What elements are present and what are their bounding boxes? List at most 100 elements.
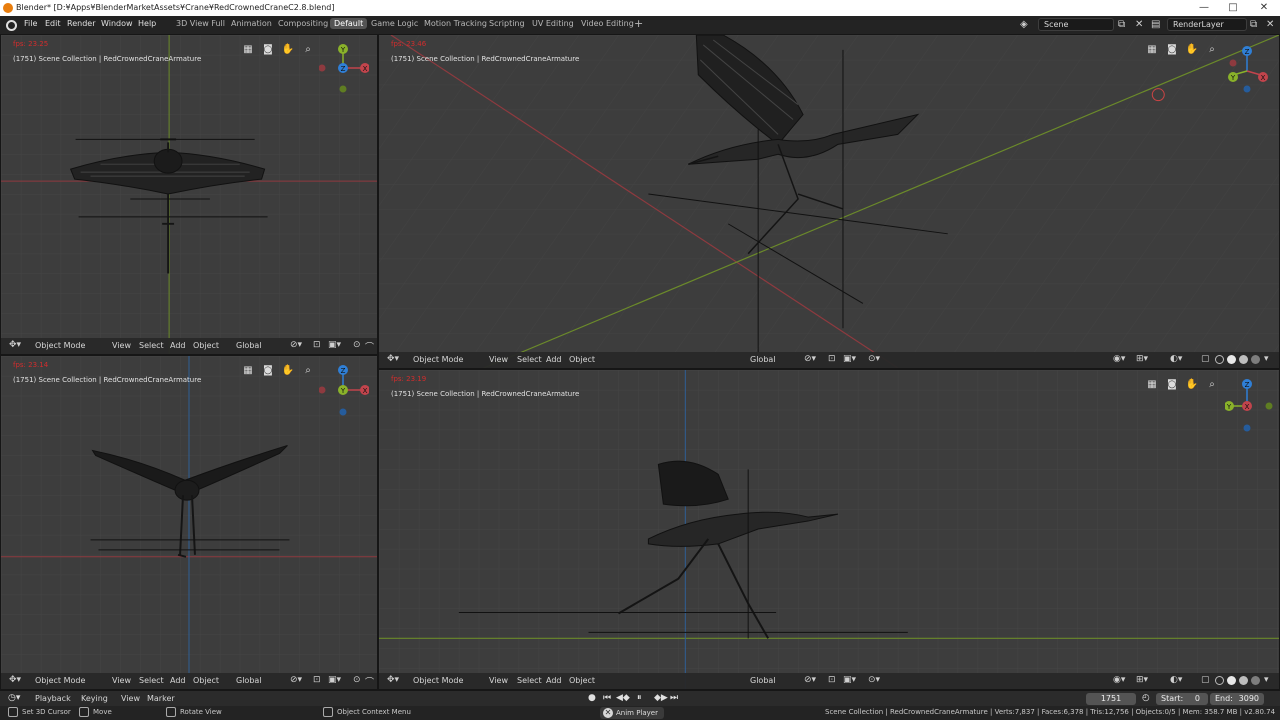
proportional-edit-icon[interactable]: ⊙▾ — [868, 354, 880, 364]
jump-end-icon[interactable]: ⏭ — [670, 693, 678, 703]
rendered-icon[interactable] — [1251, 355, 1260, 364]
grid-icon[interactable]: ▦ — [1145, 43, 1159, 57]
zoom-icon[interactable]: ⌕ — [1205, 378, 1219, 392]
menu-select[interactable]: Select — [517, 355, 542, 364]
menu-object[interactable]: Object — [569, 355, 595, 364]
start-frame-field[interactable]: Start: 0 — [1156, 693, 1208, 705]
pause-icon[interactable]: ⏸ — [637, 693, 642, 703]
grid-icon[interactable]: ▦ — [241, 364, 255, 378]
falloff-icon[interactable]: ⌒ — [365, 340, 374, 353]
snap-icon[interactable]: ⊡ — [313, 340, 321, 350]
camera-icon[interactable]: ◙ — [1165, 43, 1179, 57]
solid-icon[interactable] — [1227, 355, 1236, 364]
snap-target-icon[interactable]: ▣▾ — [843, 354, 856, 364]
menu-marker[interactable]: Marker — [147, 694, 175, 703]
jump-start-icon[interactable]: ⏮ — [603, 693, 611, 703]
new-scene-icon[interactable]: ⧉ — [1118, 19, 1125, 30]
zoom-icon[interactable]: ⌕ — [301, 43, 315, 57]
xray-icon[interactable]: ▢ — [1201, 675, 1210, 685]
maximize-button[interactable]: □ — [1219, 1, 1247, 15]
proportional-edit-icon[interactable]: ⊙ — [353, 340, 361, 350]
scene-icon[interactable]: ◈ — [1020, 19, 1028, 30]
object-mode-dropdown[interactable]: Object Mode — [413, 355, 463, 364]
menu-view[interactable]: View — [112, 341, 131, 350]
hand-icon[interactable]: ✋ — [1185, 43, 1199, 57]
shading-options-icon[interactable]: ▾ — [1264, 675, 1269, 685]
camera-icon[interactable]: ◙ — [261, 43, 275, 57]
stopwatch-icon[interactable]: ◴ — [1142, 693, 1150, 703]
wireframe-icon[interactable] — [1215, 355, 1224, 364]
hand-icon[interactable]: ✋ — [1185, 378, 1199, 392]
snap-target-icon[interactable]: ▣▾ — [328, 675, 341, 685]
tab-default[interactable]: Default — [330, 18, 368, 29]
view-layer-field[interactable]: RenderLayer — [1167, 18, 1247, 31]
gizmo-toggle-icon[interactable]: ⊞▾ — [1136, 354, 1148, 364]
menu-view[interactable]: View — [112, 676, 131, 685]
falloff-icon[interactable]: ⌒ — [365, 675, 374, 688]
view-layer-icon[interactable]: ▤ — [1151, 19, 1160, 30]
menu-select[interactable]: Select — [517, 676, 542, 685]
timeline-editor-icon[interactable]: ◷▾ — [8, 693, 20, 703]
visibility-icon[interactable]: ◉▾ — [1113, 354, 1125, 364]
delete-view-layer-icon[interactable]: ✕ — [1266, 19, 1274, 30]
proportional-edit-icon[interactable]: ⊙ — [353, 675, 361, 685]
end-frame-field[interactable]: End: 3090 — [1210, 693, 1264, 705]
snap-target-icon[interactable]: ▣▾ — [328, 340, 341, 350]
snap-icon[interactable]: ⊡ — [828, 675, 836, 685]
menu-render[interactable]: Render — [67, 19, 95, 28]
object-mode-dropdown[interactable]: Object Mode — [35, 676, 85, 685]
axis-gizmo[interactable]: Z Y X — [1225, 376, 1275, 436]
menu-add[interactable]: Add — [170, 341, 186, 350]
viewport-bottom-left[interactable]: fps: 23.14 (1751) Scene Collection | Red… — [0, 355, 378, 690]
axis-gizmo[interactable]: Z Y X — [319, 362, 369, 422]
next-keyframe-icon[interactable]: ◆▶ — [654, 693, 668, 703]
menu-edit[interactable]: Edit — [45, 19, 61, 28]
menu-playback[interactable]: Playback — [35, 694, 71, 703]
minimize-button[interactable]: — — [1190, 1, 1218, 15]
close-button[interactable]: ✕ — [1250, 1, 1278, 15]
visibility-icon[interactable]: ◉▾ — [1113, 675, 1125, 685]
tab-motion-tracking[interactable]: Motion Tracking — [424, 19, 487, 28]
editor-type-icon[interactable]: ✥▾ — [387, 354, 399, 364]
menu-add[interactable]: Add — [546, 676, 562, 685]
viewport-top-left[interactable]: fps: 23.25 (1751) Scene Collection | Red… — [0, 34, 378, 355]
material-icon[interactable] — [1239, 355, 1248, 364]
wireframe-icon[interactable] — [1215, 676, 1224, 685]
editor-type-icon[interactable]: ✥▾ — [9, 675, 21, 685]
cancel-job-icon[interactable]: ✕ — [603, 708, 613, 718]
prev-keyframe-icon[interactable]: ◀◆ — [616, 693, 630, 703]
zoom-icon[interactable]: ⌕ — [301, 364, 315, 378]
zoom-icon[interactable]: ⌕ — [1205, 43, 1219, 57]
menu-add[interactable]: Add — [170, 676, 186, 685]
current-frame-field[interactable]: 1751 — [1086, 693, 1136, 705]
menu-keying[interactable]: Keying — [81, 694, 108, 703]
gizmo-toggle-icon[interactable]: ⊞▾ — [1136, 675, 1148, 685]
editor-type-icon[interactable]: ✥▾ — [387, 675, 399, 685]
orientation-dropdown[interactable]: Global — [236, 676, 262, 685]
pivot-icon[interactable]: ⊘▾ — [290, 675, 302, 685]
snap-target-icon[interactable]: ▣▾ — [843, 675, 856, 685]
pivot-icon[interactable]: ⊘▾ — [290, 340, 302, 350]
menu-view[interactable]: View — [489, 676, 508, 685]
overlay-icon[interactable]: ◐▾ — [1170, 354, 1182, 364]
record-icon[interactable]: ● — [588, 693, 596, 703]
rendered-icon[interactable] — [1251, 676, 1260, 685]
viewport-top-right[interactable]: fps: 23.46 (1751) Scene Collection | Red… — [378, 34, 1280, 369]
menu-select[interactable]: Select — [139, 341, 164, 350]
axis-gizmo[interactable]: Z Y X — [1225, 41, 1275, 101]
grid-icon[interactable]: ▦ — [1145, 378, 1159, 392]
menu-view[interactable]: View — [121, 694, 140, 703]
orientation-dropdown[interactable]: Global — [750, 676, 776, 685]
delete-scene-icon[interactable]: ✕ — [1135, 19, 1143, 30]
solid-icon[interactable] — [1227, 676, 1236, 685]
add-workspace-button[interactable]: + — [634, 17, 643, 30]
editor-type-icon[interactable]: ✥▾ — [9, 340, 21, 350]
tab-animation[interactable]: Animation — [231, 19, 272, 28]
shading-options-icon[interactable]: ▾ — [1264, 354, 1269, 364]
orientation-dropdown[interactable]: Global — [750, 355, 776, 364]
axis-gizmo[interactable]: Y Z X — [319, 41, 369, 101]
menu-object[interactable]: Object — [193, 341, 219, 350]
tab-uv-editing[interactable]: UV Editing — [532, 19, 574, 28]
new-view-layer-icon[interactable]: ⧉ — [1250, 19, 1257, 30]
scene-field[interactable]: Scene — [1038, 18, 1114, 31]
